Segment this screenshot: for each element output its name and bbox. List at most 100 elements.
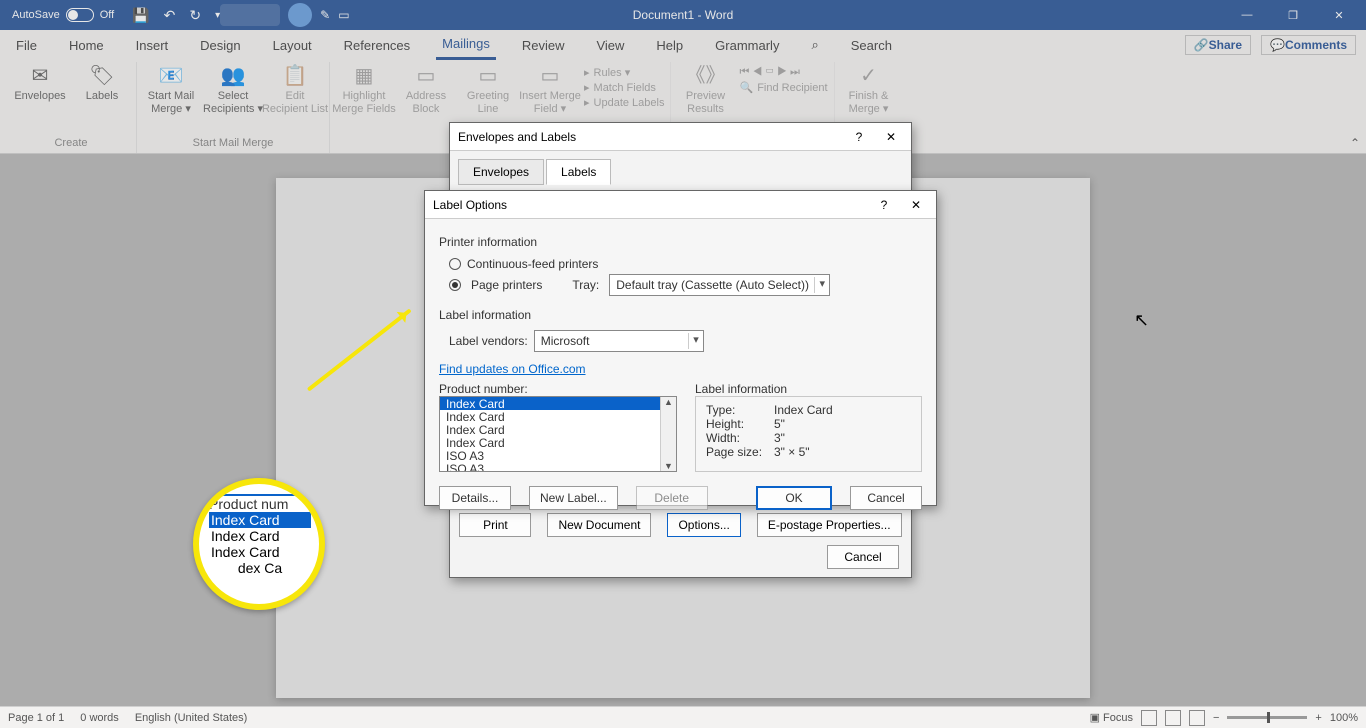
print-layout-icon[interactable] (1165, 710, 1181, 726)
status-bar: Page 1 of 1 0 words English (United Stat… (0, 706, 1366, 728)
page-count[interactable]: Page 1 of 1 (8, 712, 64, 724)
tab-layout[interactable]: Layout (267, 30, 318, 60)
greeting-label: Greeting Line (467, 90, 509, 116)
tray-value: Default tray (Cassette (Auto Select)) (616, 278, 809, 292)
page-printers-radio[interactable] (449, 279, 461, 291)
new-label-button[interactable]: New Label... (529, 486, 618, 510)
quick-access-toolbar: 💾 ↶ ↻ ▾ (132, 7, 220, 24)
autosave-label: AutoSave (12, 9, 60, 21)
dlg2-cancel-button[interactable]: Cancel (850, 486, 922, 510)
list-item[interactable]: ISO A3 (440, 449, 676, 462)
product-number-listbox[interactable]: Index Card Index Card Index Card Index C… (439, 396, 677, 472)
list-item[interactable]: Index Card (440, 423, 676, 436)
toggle-track[interactable] (66, 8, 94, 22)
record-nav: ⏮ ◀ ▭ ▶ ⏭ (739, 66, 827, 79)
insert-merge-field-button: ▭Insert Merge Field ▾ (522, 62, 578, 116)
listbox-scrollbar[interactable]: ▲▼ (660, 397, 676, 471)
tray-label: Tray: (572, 278, 599, 292)
scroll-up-icon[interactable]: ▲ (664, 397, 673, 407)
finish-label: Finish & Merge ▾ (849, 90, 889, 116)
tray-select[interactable]: Default tray (Cassette (Auto Select)) (609, 274, 830, 296)
read-mode-icon[interactable] (1141, 710, 1157, 726)
tab-mailings[interactable]: Mailings (436, 30, 496, 60)
dlg2-titlebar[interactable]: Label Options ?✕ (425, 191, 936, 219)
tab-design[interactable]: Design (194, 30, 246, 60)
language[interactable]: English (United States) (135, 712, 248, 724)
window-controls: — ❐ ✕ (1224, 0, 1362, 30)
mag-row: Index Card (209, 528, 311, 544)
cursor-icon: ↖ (1134, 310, 1149, 331)
printer-info-header: Printer information (439, 235, 922, 249)
envelopes-label: Envelopes (14, 90, 65, 103)
dlg2-help-icon[interactable]: ? (872, 198, 896, 212)
zoom-out-button[interactable]: − (1213, 712, 1219, 724)
tab-file[interactable]: File (10, 30, 43, 60)
share-button[interactable]: 🔗 Share (1185, 35, 1251, 55)
dlg1-title: Envelopes and Labels (458, 130, 576, 144)
height-key: Height: (706, 417, 768, 431)
details-button[interactable]: Details... (439, 486, 511, 510)
tab-labels[interactable]: Labels (546, 159, 611, 185)
greeting-icon: ▭ (474, 64, 502, 88)
search-box[interactable]: Search (845, 30, 898, 60)
dlg1-titlebar[interactable]: Envelopes and Labels ? ✕ (450, 123, 911, 151)
zoom-in-button[interactable]: + (1315, 712, 1321, 724)
user-name-pill[interactable] (220, 4, 280, 26)
close-button[interactable]: ✕ (1316, 0, 1362, 30)
select-recipients-button[interactable]: 👥Select Recipients ▾ (205, 62, 261, 116)
edit-recipient-list-button: 📋Edit Recipient List (267, 62, 323, 116)
user-area: ✎ ▭ (220, 3, 349, 27)
minimize-button[interactable]: — (1224, 0, 1270, 30)
find-updates-link[interactable]: Find updates on Office.com (439, 362, 586, 376)
vendors-label: Label vendors: (449, 334, 528, 348)
search-icon[interactable]: ⌕ (805, 30, 824, 60)
maximize-button[interactable]: ❐ (1270, 0, 1316, 30)
group-start-label: Start Mail Merge (193, 135, 274, 153)
product-number-col: Product number: Index Card Index Card In… (439, 382, 677, 472)
redo-icon[interactable]: ↻ (189, 7, 201, 24)
list-item[interactable]: Index Card (440, 397, 676, 410)
user-avatar[interactable] (288, 3, 312, 27)
mag-row: dex Ca (209, 560, 311, 576)
tab-home[interactable]: Home (63, 30, 110, 60)
web-layout-icon[interactable] (1189, 710, 1205, 726)
pen-icon[interactable]: ✎ (320, 8, 330, 22)
autosave-state: Off (100, 9, 114, 21)
pagesize-key: Page size: (706, 445, 768, 459)
dlg2-close-icon[interactable]: ✕ (904, 198, 928, 212)
dlg1-cancel-button[interactable]: Cancel (827, 545, 899, 569)
tab-envelopes[interactable]: Envelopes (458, 159, 544, 185)
zoom-slider[interactable] (1227, 716, 1307, 719)
list-item[interactable]: ISO A3 (440, 462, 676, 472)
list-item[interactable]: Index Card (440, 410, 676, 423)
collapse-ribbon-icon[interactable]: ⌃ (1350, 136, 1360, 150)
tab-insert[interactable]: Insert (130, 30, 175, 60)
scroll-down-icon[interactable]: ▼ (664, 461, 673, 471)
continuous-feed-radio[interactable]: Continuous-feed printers (449, 257, 922, 271)
start-mail-merge-button[interactable]: 📧Start Mail Merge ▾ (143, 62, 199, 116)
zoom-level[interactable]: 100% (1330, 712, 1358, 724)
rules-label: Rules ▾ (594, 66, 631, 79)
width-key: Width: (706, 431, 768, 445)
tab-review[interactable]: Review (516, 30, 571, 60)
dlg1-close-icon[interactable]: ✕ (879, 130, 903, 144)
dlg1-help-icon[interactable]: ? (847, 130, 871, 144)
focus-mode-button[interactable]: ▣ Focus (1090, 711, 1133, 724)
page-printers-label: Page printers (471, 278, 542, 292)
undo-icon[interactable]: ↶ (164, 7, 176, 24)
vendors-select[interactable]: Microsoft (534, 330, 704, 352)
tab-help[interactable]: Help (650, 30, 689, 60)
word-count[interactable]: 0 words (80, 712, 119, 724)
tab-references[interactable]: References (338, 30, 416, 60)
autosave-toggle[interactable]: AutoSave Off (4, 8, 114, 22)
ok-button[interactable]: OK (756, 486, 832, 510)
tab-grammarly[interactable]: Grammarly (709, 30, 785, 60)
save-icon[interactable]: 💾 (132, 7, 149, 24)
list-item[interactable]: Index Card (440, 436, 676, 449)
tab-view[interactable]: View (590, 30, 630, 60)
ribbon-options-icon[interactable]: ▭ (338, 8, 349, 22)
envelopes-button[interactable]: ✉Envelopes (12, 62, 68, 103)
comments-button[interactable]: 💬 Comments (1261, 35, 1356, 55)
focus-label: Focus (1103, 712, 1133, 724)
labels-button[interactable]: 🏷Labels (74, 62, 130, 103)
